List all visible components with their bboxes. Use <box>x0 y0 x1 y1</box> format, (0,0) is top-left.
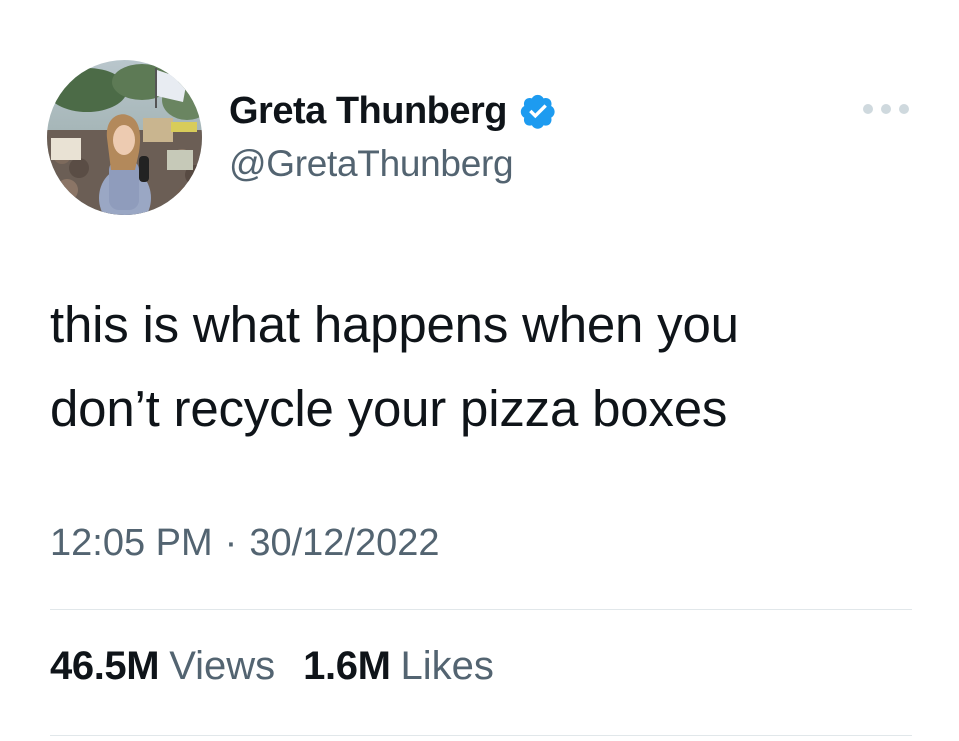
tweet-date[interactable]: 30/12/2022 <box>249 522 439 565</box>
more-dot <box>881 104 891 114</box>
views-label: Views <box>169 644 276 688</box>
divider <box>50 735 912 736</box>
tweet-text-line-1: this is what happens when you <box>50 296 739 353</box>
author-handle[interactable]: @GretaThunberg <box>229 143 514 185</box>
tweet-card: Greta Thunberg @GretaThunberg this is wh… <box>0 0 959 741</box>
more-options-icon[interactable] <box>863 99 909 119</box>
avatar-photo <box>47 60 202 215</box>
likes-label: Likes <box>400 644 494 688</box>
views-stat[interactable]: 46.5M Views <box>50 644 275 689</box>
tweet-text-line-2: don’t recycle your pizza boxes <box>50 380 728 437</box>
views-count: 46.5M <box>50 644 160 688</box>
divider <box>50 609 912 610</box>
verified-badge-icon <box>519 92 557 130</box>
avatar[interactable] <box>47 60 202 215</box>
more-dot <box>863 104 873 114</box>
more-dot <box>899 104 909 114</box>
tweet-text: this is what happens when you don’t recy… <box>50 283 930 451</box>
tweet-timestamp: 12:05 PM · 30/12/2022 <box>50 522 440 565</box>
likes-stat[interactable]: 1.6M Likes <box>303 644 494 689</box>
likes-count: 1.6M <box>303 644 391 688</box>
author-name-row: Greta Thunberg <box>229 86 557 136</box>
meta-separator: · <box>224 522 238 564</box>
author-display-name[interactable]: Greta Thunberg <box>229 90 508 133</box>
tweet-stats: 46.5M Views 1.6M Likes <box>50 644 522 689</box>
tweet-time[interactable]: 12:05 PM <box>50 522 213 565</box>
